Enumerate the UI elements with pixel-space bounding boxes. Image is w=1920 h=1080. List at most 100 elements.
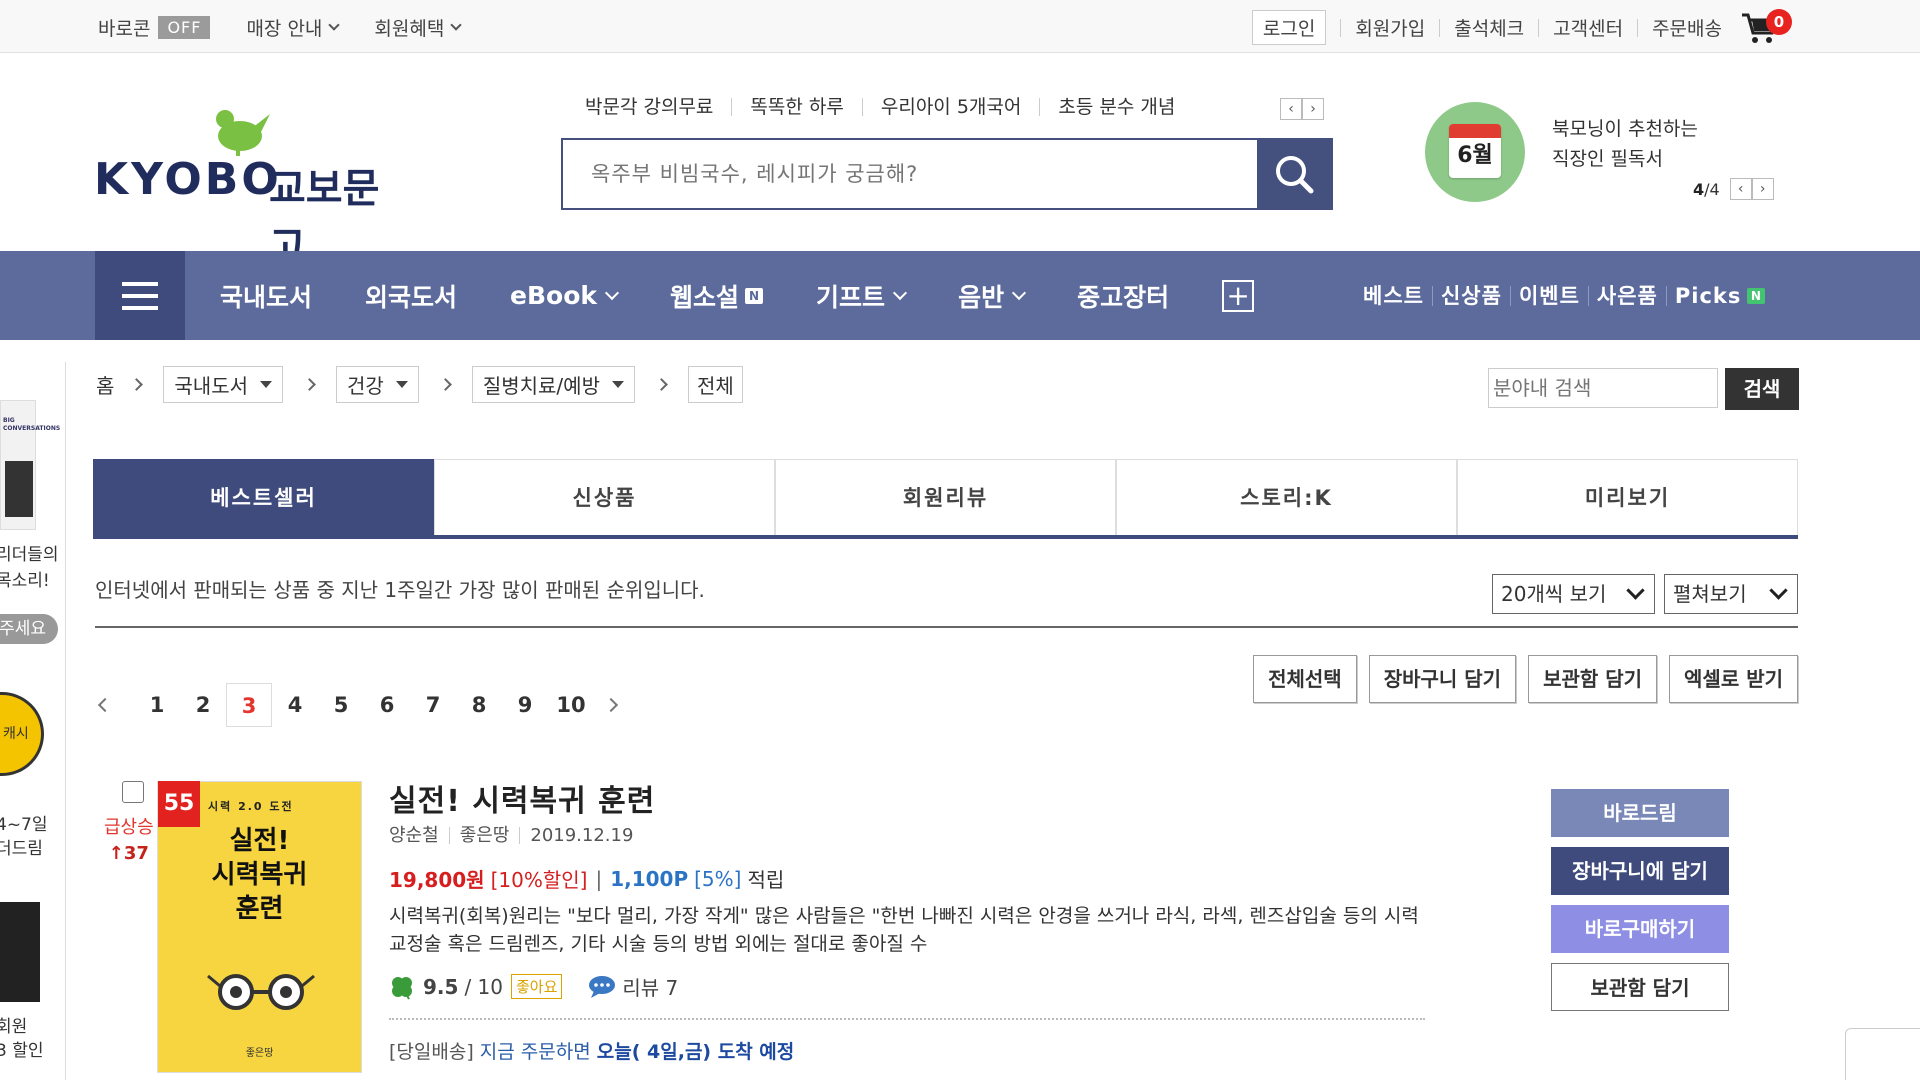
tab-member-reviews[interactable]: 회원리뷰 xyxy=(775,459,1116,535)
baro-dream-button[interactable]: 바로드림 xyxy=(1551,789,1729,837)
chevron-right-icon[interactable]: › xyxy=(1751,178,1774,200)
nav-item-web-novel[interactable]: 웹소설 N xyxy=(670,278,764,314)
store-info-menu[interactable]: 매장 안내 xyxy=(246,14,341,41)
nav-sub-event[interactable]: 이벤트 xyxy=(1511,285,1589,306)
category-search-input[interactable] xyxy=(1488,368,1718,408)
side-text: 3 할인 xyxy=(0,1041,44,1061)
shipping-info: [당일배송] 지금 주문하면 오늘( 4일,금) 도착 예정 xyxy=(389,1037,794,1064)
section-divider xyxy=(95,626,1798,628)
quicklink-item[interactable]: 우리아이 5개국어 xyxy=(863,98,1041,117)
page-link[interactable]: 5 xyxy=(318,683,364,727)
product-author[interactable]: 양순철 xyxy=(389,827,450,845)
add-to-cart-button[interactable]: 장바구니 담기 xyxy=(1368,655,1517,703)
nav-sub-gift[interactable]: 사은품 xyxy=(1589,285,1667,306)
breadcrumb-select-level2[interactable]: 건강 xyxy=(336,366,419,403)
cart-button[interactable]: 0 xyxy=(1740,8,1792,45)
nav-sub-picks[interactable]: Picks N xyxy=(1667,285,1774,306)
breadcrumb-select-level1[interactable]: 국내도서 xyxy=(163,366,284,403)
breadcrumb-select-level3[interactable]: 질병치료/예방 xyxy=(471,366,635,403)
breadcrumb: 홈 국내도서 건강 질병치료/예방 전체 xyxy=(96,366,743,403)
promo-page-current: 4 xyxy=(1693,179,1705,199)
order-delivery-link[interactable]: 주문배송 xyxy=(1652,14,1722,41)
search-button[interactable] xyxy=(1257,140,1331,208)
side-product-image[interactable] xyxy=(0,902,40,1002)
page-link-current[interactable]: 3 xyxy=(226,683,272,727)
nav-sub-best[interactable]: 베스트 xyxy=(1355,285,1433,306)
chevron-left-icon[interactable] xyxy=(97,697,113,713)
kyobo-logo[interactable]: KYOBO 교보문고 xyxy=(94,106,414,270)
top-utility-bar: 바로콘 OFF 매장 안내 회원혜택 로그인 회원가입 출석체크 고객센터 주문… xyxy=(0,0,1920,53)
breadcrumb-home[interactable]: 홈 xyxy=(96,370,114,399)
customer-center-link[interactable]: 고객센터 xyxy=(1553,14,1623,41)
view-count-select[interactable]: 20개씩 보기 xyxy=(1492,574,1655,614)
floating-widget[interactable] xyxy=(1845,1028,1920,1080)
breadcrumb-level4[interactable]: 전체 xyxy=(687,366,743,403)
side-text: 회원 xyxy=(0,1017,28,1037)
baro-con-label: 바로콘 xyxy=(98,18,151,40)
plus-icon[interactable]: + xyxy=(1222,279,1255,312)
product-title[interactable]: 실전! 시력복귀 훈련 xyxy=(389,776,655,820)
chevron-right-icon[interactable] xyxy=(603,697,619,713)
side-text: 4~7일 xyxy=(0,815,48,835)
rank-badge: 55 xyxy=(158,781,200,827)
tab-bestseller[interactable]: 베스트셀러 xyxy=(93,459,434,535)
buy-now-button[interactable]: 바로구매하기 xyxy=(1551,905,1729,953)
view-mode-select[interactable]: 펼쳐보기 xyxy=(1664,574,1798,614)
page-link[interactable]: 2 xyxy=(180,683,226,727)
side-banner-button[interactable]: 주세요 xyxy=(0,614,58,644)
menu-button[interactable] xyxy=(95,251,185,340)
search-input[interactable] xyxy=(563,140,1257,208)
login-button[interactable]: 로그인 xyxy=(1251,10,1327,45)
tab-story-k[interactable]: 스토리:K xyxy=(1116,459,1457,535)
export-excel-button[interactable]: 엑셀로 받기 xyxy=(1669,655,1798,703)
quicklink-item[interactable]: 초등 분수 개념 xyxy=(1040,98,1193,117)
cover-title-line: 실전! xyxy=(229,826,290,856)
quicklink-item[interactable]: 박문각 강의무료 xyxy=(585,98,733,117)
quicklink-item[interactable]: 똑똑한 하루 xyxy=(732,98,863,117)
cash-coin-icon[interactable]: 캐시 xyxy=(0,692,44,776)
promo-banner[interactable]: 6월 북모닝이 추천하는 직장인 필독서 4/4 ‹ › xyxy=(1425,102,1805,212)
review-link[interactable]: 리뷰 7 xyxy=(588,972,678,1001)
chevron-right-icon[interactable]: › xyxy=(1302,98,1324,120)
tab-preview[interactable]: 미리보기 xyxy=(1457,459,1798,535)
divider xyxy=(1340,18,1342,37)
product-checkbox[interactable] xyxy=(122,781,144,803)
add-to-cart-button[interactable]: 장바구니에 담기 xyxy=(1551,847,1729,895)
page-link[interactable]: 7 xyxy=(410,683,456,727)
nav-item-music[interactable]: 음반 xyxy=(958,278,1027,314)
new-badge: N xyxy=(1747,287,1766,304)
product-date: 2019.12.19 xyxy=(530,825,634,846)
category-search-button[interactable]: 검색 xyxy=(1725,368,1799,410)
clover-icon xyxy=(392,976,412,1000)
nav-item-foreign-books[interactable]: 외국도서 xyxy=(365,278,457,314)
chevron-left-icon[interactable]: ‹ xyxy=(1280,98,1302,120)
baro-con-toggle[interactable]: 바로콘 OFF xyxy=(98,14,211,41)
page-link[interactable]: 10 xyxy=(548,683,594,727)
nav-sub-new[interactable]: 신상품 xyxy=(1433,285,1511,306)
chevron-right-icon xyxy=(303,378,316,391)
tab-new-products[interactable]: 신상품 xyxy=(434,459,775,535)
nav-item-gift[interactable]: 기프트 xyxy=(816,278,908,314)
nav-label: 음반 xyxy=(958,282,1005,312)
add-to-wishlist-button[interactable]: 보관함 담기 xyxy=(1528,655,1658,703)
signup-link[interactable]: 회원가입 xyxy=(1355,14,1425,41)
add-to-wishlist-button[interactable]: 보관함 담기 xyxy=(1551,963,1729,1011)
nav-item-ebook[interactable]: eBook xyxy=(510,281,620,310)
page-link[interactable]: 6 xyxy=(364,683,410,727)
select-all-button[interactable]: 전체선택 xyxy=(1253,655,1357,703)
page-link[interactable]: 4 xyxy=(272,683,318,727)
nav-item-domestic-books[interactable]: 국내도서 xyxy=(220,278,312,314)
chevron-down-icon xyxy=(1626,580,1645,600)
nav-item-used-market[interactable]: 중고장터 xyxy=(1077,278,1169,314)
product-publisher[interactable]: 좋은땅 xyxy=(450,827,521,845)
page-link[interactable]: 8 xyxy=(456,683,502,727)
page-link[interactable]: 1 xyxy=(134,683,180,727)
attendance-link[interactable]: 출석체크 xyxy=(1454,14,1524,41)
page-link[interactable]: 9 xyxy=(502,683,548,727)
side-book-cover[interactable]: BIG CONVERSATIONS xyxy=(0,400,60,530)
review-count: 리뷰 7 xyxy=(622,976,679,1000)
topbar-right: 로그인 회원가입 출석체크 고객센터 주문배송 0 xyxy=(1251,8,1792,45)
member-benefits-menu[interactable]: 회원혜택 xyxy=(374,14,463,41)
cover-title: 실전! 시력복귀 훈련 xyxy=(158,824,361,926)
chevron-left-icon[interactable]: ‹ xyxy=(1729,178,1752,200)
